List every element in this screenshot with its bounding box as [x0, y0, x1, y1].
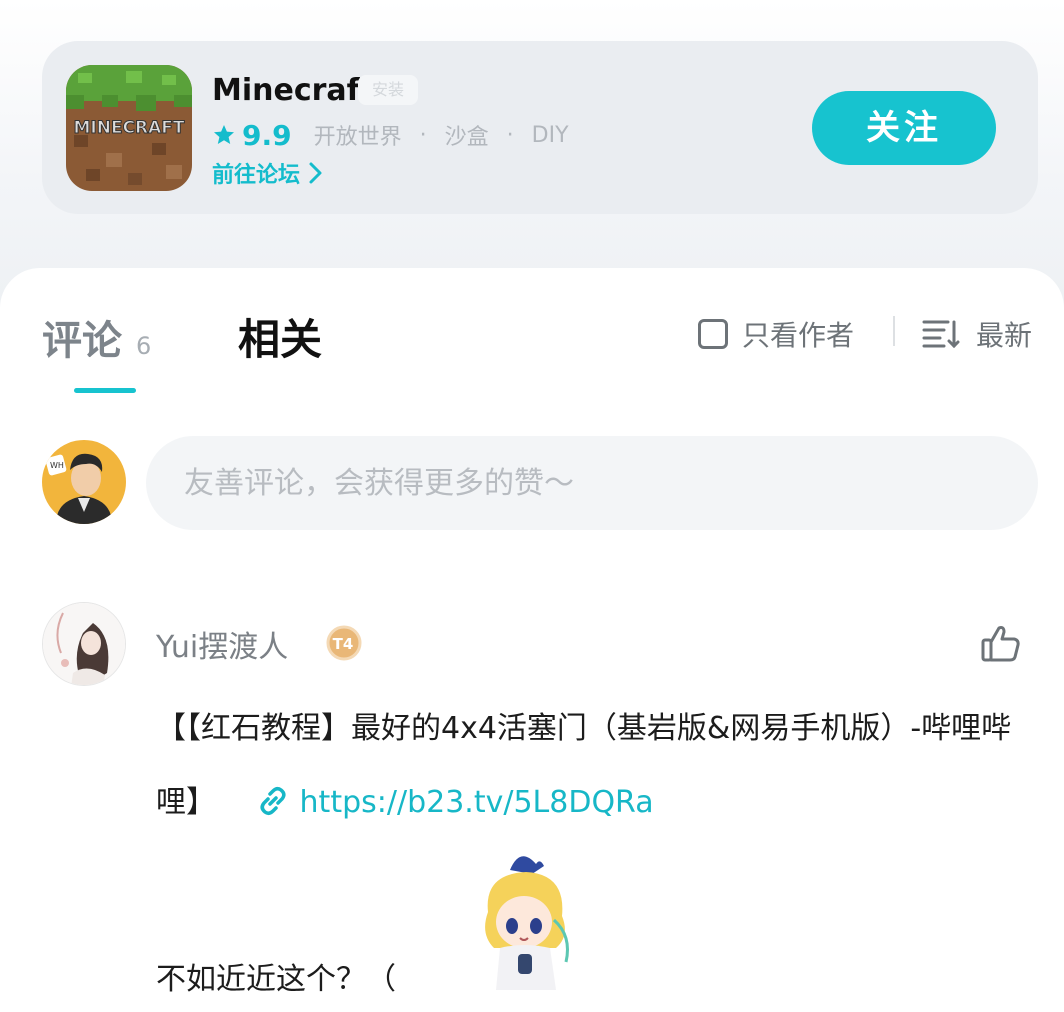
forum-link[interactable]: 前往论坛 — [212, 157, 324, 189]
comment-link-url: https://b23.tv/5L8DQRa — [299, 785, 654, 820]
sort-label: 最新 — [976, 319, 1033, 352]
chevron-right-icon — [309, 162, 322, 184]
tag-sandbox: 沙盒 — [444, 125, 489, 150]
tag-open-world: 开放世界 — [313, 125, 402, 150]
sort-button[interactable]: 最新 — [922, 314, 1032, 354]
follow-button[interactable]: 关注 — [812, 91, 996, 165]
minecraft-app-icon[interactable]: MINECRAFT — [66, 65, 192, 191]
tab-comments[interactable]: 评论 6 — [42, 308, 151, 366]
install-badge: 安装 — [358, 75, 418, 105]
level-badge-icon: T4 — [326, 625, 362, 661]
sort-icon — [922, 320, 960, 349]
tab-comments-count: 6 — [136, 332, 152, 360]
comment-text-line2: 不如近近这个？（ — [156, 962, 396, 997]
link-icon — [260, 786, 286, 816]
user-avatar[interactable]: WH — [42, 440, 126, 524]
active-tab-indicator — [74, 388, 136, 393]
chibi-sticker-image — [485, 856, 569, 990]
comments-panel: 评论 6 相关 只看作者 最新 WH 友善评论，会获得更多的赞～ Yui摆渡人 … — [0, 268, 1064, 1012]
tag-diy: DIY — [531, 122, 569, 148]
comment-link[interactable]: https://b23.tv/5L8DQRa — [256, 785, 654, 820]
author-only-toggle[interactable]: 只看作者 — [698, 314, 854, 354]
game-card[interactable]: MINECRAFT Minecraft 安装 9.9 开放世界 · 沙盒 · D… — [42, 41, 1038, 214]
commenter-username[interactable]: Yui摆渡人 — [156, 622, 288, 666]
commenter-avatar[interactable] — [42, 602, 126, 686]
tag-separator: · — [419, 122, 427, 148]
checkbox-icon[interactable] — [698, 319, 728, 349]
svg-text:WH: WH — [50, 461, 64, 470]
author-only-label: 只看作者 — [742, 319, 855, 352]
level-badge-text: T4 — [333, 635, 354, 653]
game-title[interactable]: Minecraft — [212, 73, 374, 108]
tab-related[interactable]: 相关 — [238, 306, 322, 367]
forum-link-label: 前往论坛 — [212, 163, 301, 188]
divider — [893, 316, 895, 346]
comment-body: 【【红石教程】最好的4x4活塞门（基岩版&网易手机版）-哔哩哔哩】 https:… — [156, 692, 1016, 840]
tag-separator: · — [506, 122, 514, 148]
tab-comments-label: 评论 — [42, 318, 122, 364]
rating-value: 9.9 — [242, 118, 292, 152]
star-icon — [214, 125, 234, 144]
rating-row: 9.9 开放世界 · 沙盒 · DIY — [212, 118, 569, 152]
thumbs-up-icon[interactable] — [980, 622, 1022, 664]
comment-input[interactable] — [146, 436, 1038, 530]
minecraft-logo-text: MINECRAFT — [73, 118, 184, 138]
